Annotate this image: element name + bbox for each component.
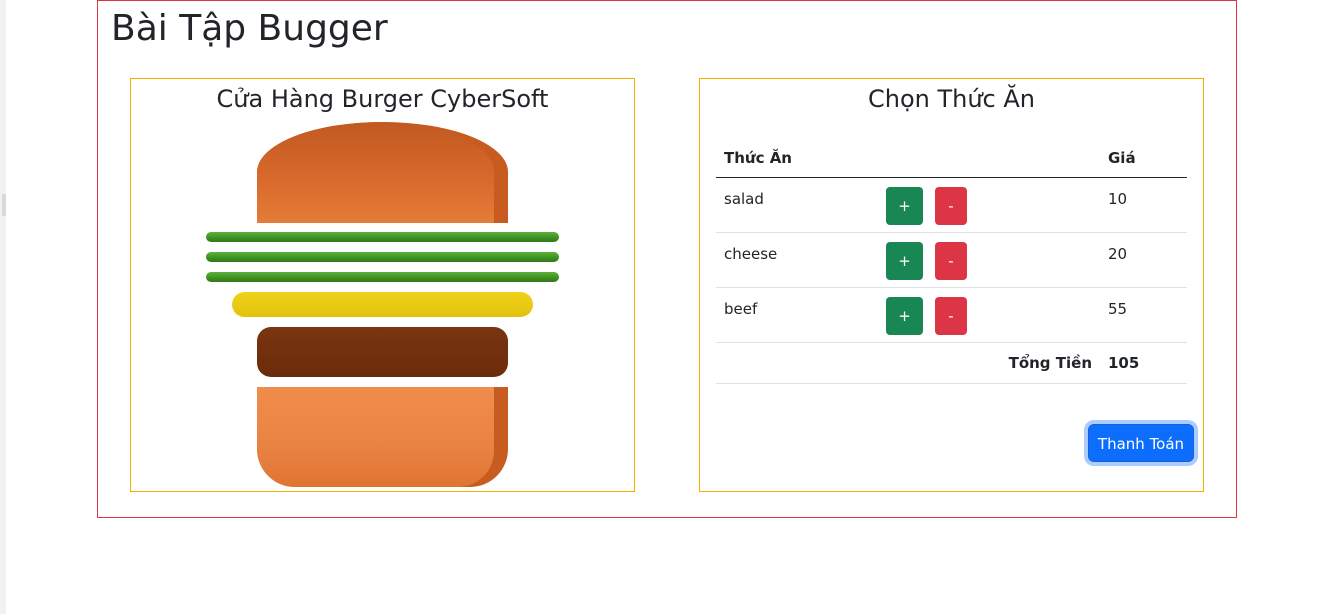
quantity-controls: + - <box>878 232 1100 288</box>
exercise-container: Bài Tập Bugger Cửa Hàng Burger CyberSoft… <box>97 0 1237 518</box>
remove-cheese-button[interactable]: - <box>935 241 967 280</box>
cheese-layer <box>232 292 533 317</box>
bread-bottom <box>257 387 508 487</box>
add-salad-button[interactable]: + <box>886 186 923 225</box>
window-left-edge <box>0 0 6 614</box>
food-price: 20 <box>1100 232 1187 288</box>
remove-beef-button[interactable]: - <box>935 296 967 335</box>
header-food: Thức Ăn <box>716 139 878 178</box>
food-price: 10 <box>1100 177 1187 233</box>
beef-layer <box>257 327 508 377</box>
burger-panel: Cửa Hàng Burger CyberSoft <box>130 78 635 492</box>
quantity-controls: + - <box>878 177 1100 233</box>
table-row: salad + - 10 <box>716 177 1187 233</box>
checkout-button[interactable]: Thanh Toán <box>1088 424 1194 462</box>
menu-panel: Chọn Thức Ăn Thức Ăn Giá salad + - 10 ch… <box>699 78 1204 492</box>
food-price: 55 <box>1100 287 1187 343</box>
total-spacer <box>716 342 878 384</box>
menu-panel-title: Chọn Thức Ăn <box>867 85 1036 113</box>
add-cheese-button[interactable]: + <box>886 241 923 280</box>
page-title: Bài Tập Bugger <box>111 8 388 49</box>
quantity-controls: + - <box>878 287 1100 343</box>
total-value: 105 <box>1100 342 1187 384</box>
salad-layer <box>206 232 559 242</box>
header-actions <box>878 139 1100 178</box>
total-label: Tổng Tiền <box>878 342 1100 384</box>
food-name: cheese <box>716 232 878 288</box>
table-row: beef + - 55 <box>716 287 1187 343</box>
total-row: Tổng Tiền 105 <box>716 342 1187 384</box>
bread-top <box>257 122 508 223</box>
menu-table: Thức Ăn Giá salad + - 10 cheese + - 20 b… <box>716 139 1187 384</box>
table-row: cheese + - 20 <box>716 232 1187 288</box>
table-header-row: Thức Ăn Giá <box>716 139 1187 178</box>
food-name: salad <box>716 177 878 233</box>
salad-layer <box>206 252 559 262</box>
food-name: beef <box>716 287 878 343</box>
burger-panel-title: Cửa Hàng Burger CyberSoft <box>216 85 549 113</box>
remove-salad-button[interactable]: - <box>935 186 967 225</box>
salad-layer <box>206 272 559 282</box>
header-price: Giá <box>1100 139 1187 178</box>
add-beef-button[interactable]: + <box>886 296 923 335</box>
resize-handle[interactable] <box>2 194 6 216</box>
